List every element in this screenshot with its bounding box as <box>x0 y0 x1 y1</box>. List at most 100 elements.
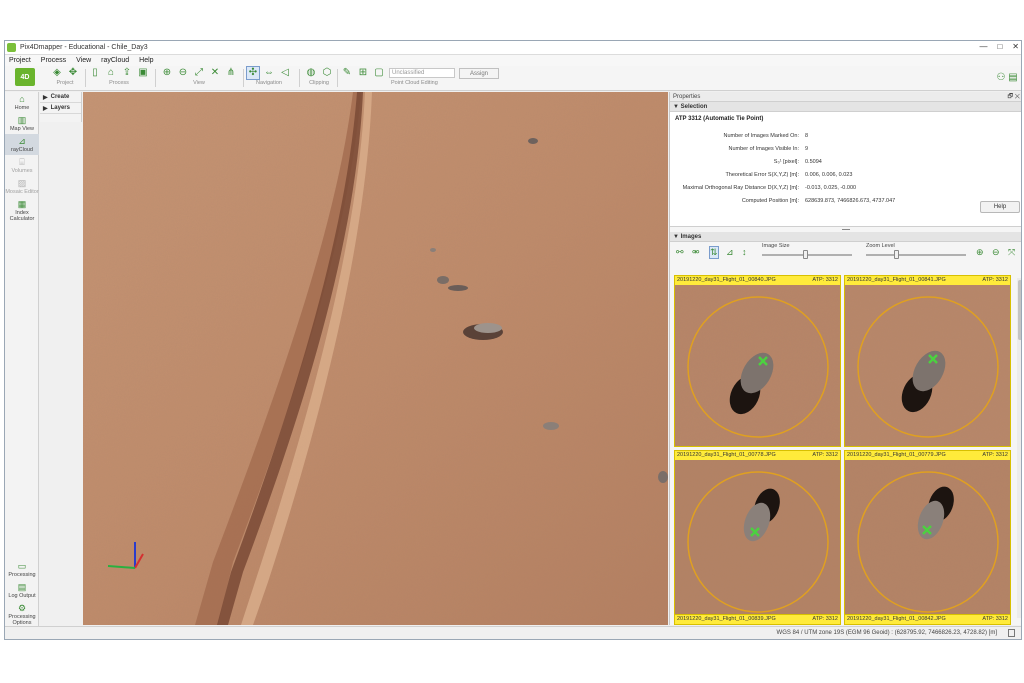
fly-icon[interactable]: ◁ <box>279 67 291 79</box>
sidebar-item-volumes[interactable]: ⌸ Volumes <box>5 155 39 176</box>
thumbnail-image <box>675 285 840 446</box>
image-thumbnail[interactable]: 20191220_day31_Flight_01_00839.JPG ATP: … <box>674 614 841 625</box>
sidebar-item-index-calculator[interactable]: ▦ Index Calculator <box>5 197 39 224</box>
toolbar-divider <box>299 69 300 87</box>
prop-label: S₀¹ [pixel]: <box>773 159 799 165</box>
image-thumbnails: 20191220_day31_Flight_01_00840.JPG ATP: … <box>674 275 1016 625</box>
image-thumbnail[interactable]: 20191220_day31_Flight_01_00842.JPG ATP: … <box>844 614 1011 625</box>
pan-icon[interactable]: ⇔ <box>263 67 275 79</box>
zoom-out-icon[interactable]: ⊖ <box>177 67 189 79</box>
thumbnail-atp: ATP: 3312 <box>812 616 838 622</box>
zoom-level-slider-thumb[interactable] <box>894 250 899 259</box>
image-thumbnail[interactable]: 20191220_day31_Flight_01_00778.JPG ATP: … <box>674 450 841 622</box>
menu-raycloud[interactable]: rayCloud <box>101 57 129 64</box>
thumbnail-caption: 20191220_day31_Flight_01_00841.JPG ATP: … <box>845 276 1010 285</box>
thumbnail-atp: ATP: 3312 <box>812 277 838 283</box>
images-section-header[interactable]: ▼ Images <box>670 232 1021 242</box>
user-icon[interactable]: ⚇ <box>995 72 1007 84</box>
classification-select[interactable]: Unclassified <box>389 68 455 78</box>
sidebar-item-label: Map View <box>9 126 35 132</box>
raycloud-scene[interactable] <box>83 92 668 625</box>
document-icon[interactable]: ▯ <box>89 67 101 79</box>
close-button[interactable]: ✕ <box>1012 42 1019 51</box>
sidebar-item-processing-options[interactable]: ⚙ Processing Options <box>5 601 39 628</box>
zoom-level-slider[interactable] <box>866 254 966 256</box>
menu-view[interactable]: View <box>76 57 91 64</box>
clip-box-icon[interactable]: ⬡ <box>321 67 333 79</box>
toolbar-group-view: ⊕ ⊖ ⤢ ✕ ⋔ View <box>161 67 237 90</box>
layout-icon[interactable]: ▤ <box>1007 72 1019 84</box>
toolbar-group-clipping: ◍ ⬡ Clipping <box>305 67 333 90</box>
select-add-icon[interactable]: ⊞ <box>357 67 369 79</box>
fit-icon[interactable]: ⤢ <box>193 67 205 79</box>
export-icon[interactable]: ⇪ <box>121 67 133 79</box>
assign-button[interactable]: Assign <box>459 67 499 79</box>
sidebar-item-map-view[interactable]: ▥ Map View <box>5 113 39 134</box>
menu-help[interactable]: Help <box>139 57 153 64</box>
report-icon[interactable]: ▣ <box>137 67 149 79</box>
sidebar-item-label: Log Output <box>8 593 36 599</box>
log-icon: ▤ <box>17 582 27 592</box>
zoom-in-icon[interactable]: ⊕ <box>161 67 173 79</box>
fit-icon[interactable]: ⤧ <box>1008 247 1015 258</box>
zoom-in-icon[interactable]: ⊕ <box>976 247 984 258</box>
lock-icon[interactable] <box>1008 629 1015 637</box>
clip-sphere-icon[interactable]: ◍ <box>305 67 317 79</box>
sidebar-item-log-output[interactable]: ▤ Log Output <box>5 580 39 601</box>
toolbar-divider <box>155 69 156 87</box>
sidebar-item-mosaic-editor[interactable]: ▨ Mosaic Editor <box>5 176 39 197</box>
bag-icon[interactable]: ⌂ <box>105 67 117 79</box>
selection-section-header[interactable]: ▼ Selection <box>670 102 1021 112</box>
zoom-out-icon[interactable]: ⊖ <box>992 247 1000 258</box>
panel-splitter[interactable] <box>670 227 1021 232</box>
volumes-icon: ⌸ <box>19 157 25 167</box>
images-scrollbar[interactable] <box>1017 278 1021 618</box>
collapse-icon[interactable]: ✕ <box>209 67 221 79</box>
tree-icon[interactable]: ⋔ <box>225 67 237 79</box>
image-thumbnail[interactable]: 20191220_day31_Flight_01_00779.JPG ATP: … <box>844 450 1011 622</box>
image-size-label: Image Size <box>762 243 790 249</box>
toolbar-group-navigation: ✣ ⇔ ◁ Navigation <box>246 66 291 90</box>
app-window: Pix4Dmapper - Educational - Chile_Day3 —… <box>4 40 1022 640</box>
brush-icon[interactable]: ✎ <box>341 67 353 79</box>
sidebar-item-raycloud[interactable]: ⊿ rayCloud <box>5 134 39 155</box>
properties-panel: Properties 🗗 ✕ ▼ Selection ATP 3312 (Aut… <box>669 92 1021 625</box>
image-thumbnail[interactable]: 20191220_day31_Flight_01_00840.JPG ATP: … <box>674 275 841 447</box>
navigate-icon[interactable]: ✣ <box>246 66 260 80</box>
window-title: Pix4Dmapper - Educational - Chile_Day3 <box>20 44 148 51</box>
prop-value: 8 <box>805 133 809 139</box>
atp-title: ATP 3312 (Automatic Tie Point) <box>675 116 764 122</box>
sidebar-item-home[interactable]: ⌂ Home <box>5 92 39 113</box>
selection-title: Selection <box>680 104 708 110</box>
move-icon[interactable]: ✥ <box>67 67 79 79</box>
image-size-slider-thumb[interactable] <box>803 250 809 259</box>
link-icon[interactable]: ⚯ <box>676 247 684 258</box>
minimize-button[interactable]: — <box>979 42 987 51</box>
sort-asc-icon[interactable]: ⊿ <box>726 247 734 258</box>
scrollbar-thumb[interactable] <box>1018 280 1021 340</box>
raycloud-viewport[interactable] <box>83 92 668 625</box>
unlink-icon[interactable]: ⚮ <box>692 247 700 258</box>
ground-texture <box>83 92 668 625</box>
mosaic-icon: ▨ <box>17 178 27 188</box>
menu-process[interactable]: Process <box>41 57 66 64</box>
maximize-button[interactable]: □ <box>997 42 1002 51</box>
toolbar-group-process: ▯ ⌂ ⇪ ▣ Process <box>89 67 149 90</box>
layers-icon[interactable]: ◈ <box>51 67 63 79</box>
sort-icon[interactable]: ⇅ <box>709 246 719 259</box>
sort-desc-icon[interactable]: ↕ <box>742 247 747 257</box>
toolbar-label-navigation: Navigation <box>256 80 282 86</box>
index-icon: ▦ <box>17 199 27 209</box>
image-thumbnail[interactable]: 20191220_day31_Flight_01_00841.JPG ATP: … <box>844 275 1011 447</box>
select-box-icon[interactable]: ▢ <box>373 67 385 79</box>
main-toolbar: 4D ◈ ✥ Project ▯ ⌂ ⇪ ▣ Process ⊕ ⊖ ⤢ ✕ ⋔… <box>5 66 1021 91</box>
layer-layers[interactable]: ▶ Layers <box>40 103 81 114</box>
prop-row: Maximal Orthogonal Ray Distance D(X,Y,Z)… <box>670 185 1021 193</box>
menu-project[interactable]: Project <box>9 57 31 64</box>
toolbar-label-view: View <box>193 80 205 86</box>
sidebar-item-processing[interactable]: ▭ Processing <box>5 559 39 580</box>
thumbnail-atp: ATP: 3312 <box>982 277 1008 283</box>
layer-create[interactable]: ▶ Create <box>40 92 81 103</box>
panel-controls[interactable]: 🗗 ✕ <box>1008 92 1021 102</box>
help-button[interactable]: Help <box>980 201 1020 213</box>
